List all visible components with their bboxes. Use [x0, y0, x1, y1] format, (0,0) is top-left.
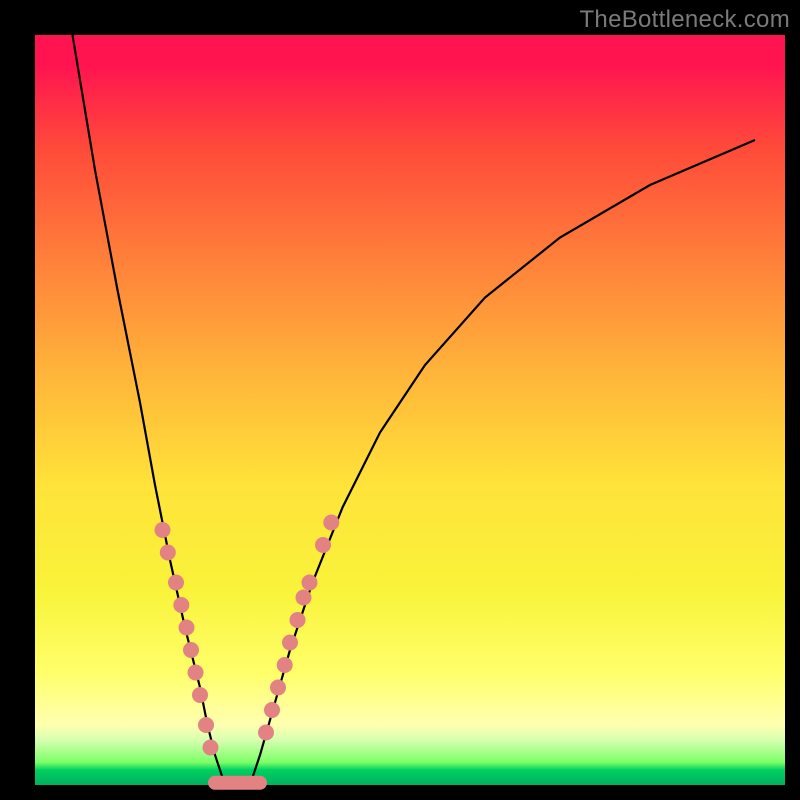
data-dot	[188, 665, 204, 681]
right-curve	[253, 140, 756, 778]
data-dot	[155, 522, 171, 538]
data-dot	[290, 612, 306, 628]
data-dot	[323, 515, 339, 531]
data-dot	[203, 740, 219, 756]
data-dot	[258, 725, 274, 741]
chart-svg	[35, 35, 785, 785]
data-dot	[179, 620, 195, 636]
dots-left	[155, 522, 219, 756]
chart-frame: TheBottleneck.com	[0, 0, 800, 800]
data-dot	[183, 642, 199, 658]
data-dot	[282, 635, 298, 651]
data-dot	[173, 597, 189, 613]
data-dot	[315, 537, 331, 553]
data-dot	[198, 717, 214, 733]
data-dot	[192, 687, 208, 703]
data-dot	[168, 575, 184, 591]
data-dot	[296, 590, 312, 606]
dots-right	[258, 515, 339, 741]
data-dot	[160, 545, 176, 561]
data-dot	[277, 657, 293, 673]
watermark-text: TheBottleneck.com	[579, 6, 790, 34]
data-dot	[264, 702, 280, 718]
data-dot	[270, 680, 286, 696]
plot-area	[35, 35, 785, 785]
data-dot	[302, 575, 318, 591]
